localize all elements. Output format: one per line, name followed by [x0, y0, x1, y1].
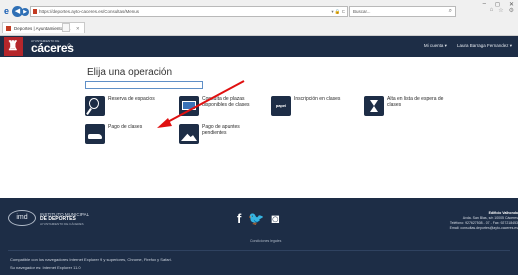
operation-consulta-plazas[interactable]: Consulta de plazas disponibles de clases	[179, 96, 264, 116]
compat-line2: Su navegador es: Internet Explorer 11.0	[10, 265, 81, 270]
operation-label: Reserva de espacios	[108, 96, 155, 102]
address-tools-icon[interactable]: ▾ 🔒 C	[331, 7, 345, 16]
ie-logo-icon: e	[4, 6, 10, 16]
instagram-icon[interactable]: ◙	[272, 211, 280, 227]
compatibility-note: Compatible con los navegadores Internet …	[10, 256, 172, 272]
hourglass-icon	[364, 96, 384, 116]
operation-label: Alta en lista de espera de clases	[387, 96, 444, 108]
operation-search-input[interactable]	[85, 81, 203, 89]
minimize-button[interactable]: –	[483, 1, 486, 8]
shoe-icon	[85, 124, 105, 144]
operation-label: Pago de apuntes pendientes	[202, 124, 240, 136]
favorites-icon[interactable]: ☆	[498, 7, 503, 14]
favicon-icon	[33, 9, 37, 14]
forward-button[interactable]: ▶	[21, 8, 29, 16]
header-menu: Mi cuenta ▾ Laura Barraga Fernandez ▾	[424, 43, 512, 49]
tab-favicon-icon	[6, 26, 11, 31]
operation-pago-clases[interactable]: Pago de clases	[85, 124, 142, 144]
footer-divider	[8, 250, 510, 251]
compat-line1: Compatible con los navegadores Internet …	[10, 257, 172, 262]
browser-chrome: – ◻ ✕ e ◀ ▶ https://deportes.ayto-cacere…	[0, 0, 518, 36]
operation-label: Inscripción en clases	[294, 96, 341, 102]
facebook-icon[interactable]: f	[237, 211, 241, 227]
search-icon[interactable]: ⌕	[449, 7, 452, 16]
paper-icon: papel	[271, 96, 291, 116]
home-icon[interactable]: ⌂	[67, 42, 71, 49]
social-links: f 🐦 ◙	[237, 211, 279, 227]
twitter-icon[interactable]: 🐦	[248, 211, 264, 227]
city-logo-icon[interactable]: ♜	[4, 37, 23, 56]
institute-name: INSTITUTO MUNICIPAL DE DEPORTES AYUNTAMI…	[40, 212, 89, 227]
site-footer: imd INSTITUTO MUNICIPAL DE DEPORTES AYUN…	[0, 198, 518, 275]
settings-icon[interactable]: ⚙	[509, 7, 514, 14]
new-tab-button[interactable]	[62, 23, 70, 32]
mountain-icon	[179, 124, 199, 144]
footer-address: Edificio Valhondo Avda. San Blas, s/n 10…	[408, 211, 518, 231]
operation-lista-espera[interactable]: Alta en lista de espera de clases	[364, 96, 449, 116]
home-browser-icon[interactable]: ⌂	[490, 7, 494, 14]
my-account-menu[interactable]: Mi cuenta ▾	[424, 43, 447, 49]
close-tab-icon[interactable]: ✕	[76, 26, 80, 31]
search-text: Buscar...	[353, 9, 371, 14]
url-text: https://deportes.ayto-caceres.es/Consult…	[39, 9, 140, 14]
page-title: Elija una operación	[87, 67, 173, 78]
imd-logo-icon[interactable]: imd	[8, 210, 36, 226]
operation-label: Pago de clases	[108, 124, 143, 130]
address-bar[interactable]: https://deportes.ayto-caceres.es/Consult…	[30, 6, 348, 17]
user-menu[interactable]: Laura Barraga Fernandez ▾	[457, 43, 512, 49]
toolbar-icons: ⌂ ☆ ⚙	[490, 7, 514, 14]
legal-link[interactable]: Condiciones legales	[250, 239, 281, 243]
operation-pago-apuntes[interactable]: Pago de apuntes pendientes	[179, 124, 264, 144]
operation-inscripcion-clases[interactable]: papel Inscripción en clases	[271, 96, 340, 116]
email-line[interactable]: Email: consultas.deportes@ayto-caceres.e…	[408, 226, 518, 231]
browser-search-input[interactable]: Buscar... ⌕	[349, 6, 456, 17]
institute-line3: AYUNTAMIENTO DE CÁCERES	[40, 222, 84, 226]
operation-label: Consulta de plazas disponibles de clases	[202, 96, 250, 108]
operation-reserva-espacios[interactable]: Reserva de espacios	[85, 96, 155, 116]
browser-tab[interactable]: Deportes | Ayuntamiento d... ✕	[2, 22, 85, 33]
racket-icon	[85, 96, 105, 116]
site-header: ♜ AYUNTAMIENTO DE cáceres ⌂ Mi cuenta ▾ …	[0, 36, 518, 57]
paper-icon-text: papel	[275, 103, 287, 108]
screen-icon	[179, 96, 199, 116]
